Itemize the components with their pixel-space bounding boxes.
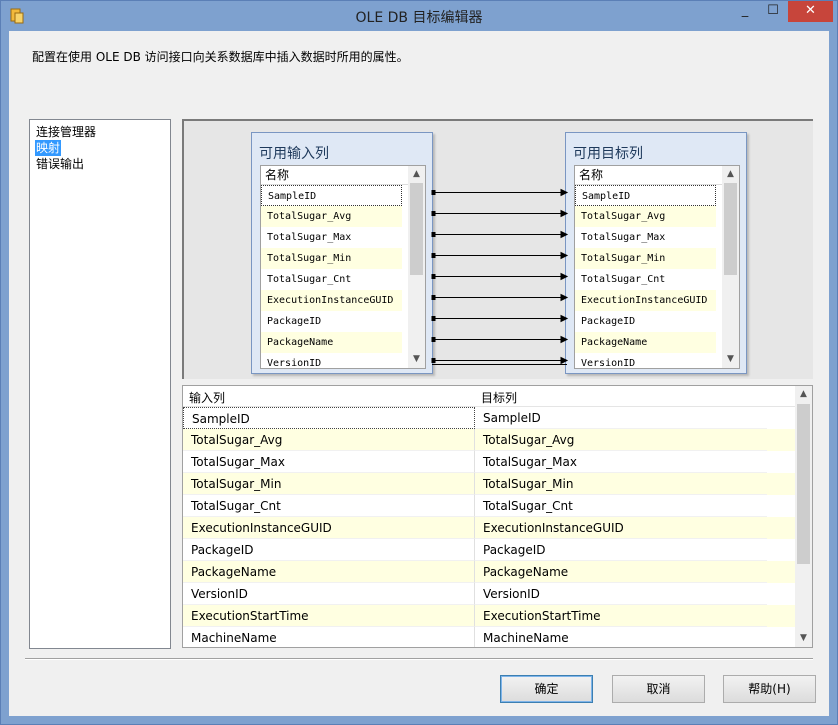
input-column-cell[interactable]: VersionID: [183, 583, 475, 605]
scroll-up-arrow-icon[interactable]: ▲: [408, 166, 425, 183]
target-column-item[interactable]: PackageName: [575, 332, 716, 353]
input-column-cell[interactable]: PackageName: [183, 561, 475, 583]
input-column-cell[interactable]: SampleID: [183, 407, 475, 429]
input-column-item[interactable]: TotalSugar_Cnt: [261, 269, 402, 290]
grid-header: 输入列 目标列: [183, 386, 795, 407]
input-list-header: 名称: [261, 166, 411, 185]
input-box-title: 可用输入列: [259, 146, 329, 162]
scroll-down-arrow-icon[interactable]: ▼: [722, 351, 739, 368]
input-column-item[interactable]: PackageID: [261, 311, 402, 332]
target-column-item[interactable]: ExecutionInstanceGUID: [575, 290, 716, 311]
input-column-cell[interactable]: PackageID: [183, 539, 475, 561]
input-column-cell[interactable]: ExecutionInstanceGUID: [183, 517, 475, 539]
separator: [25, 658, 813, 660]
input-column-item[interactable]: TotalSugar_Max: [261, 227, 402, 248]
table-row[interactable]: PackageID PackageID: [183, 539, 795, 561]
mapping-diagram: 可用输入列 名称 SampleID TotalSugar_Avg TotalSu…: [182, 119, 813, 379]
window-title: OLE DB 目标编辑器: [355, 10, 483, 26]
target-column-cell[interactable]: PackageID: [475, 539, 767, 561]
cancel-button[interactable]: 取消: [612, 675, 705, 703]
target-column-cell[interactable]: TotalSugar_Max: [475, 451, 767, 473]
table-row[interactable]: ExecutionStartTime ExecutionStartTime: [183, 605, 795, 627]
minimize-button[interactable]: _: [731, 1, 759, 22]
scroll-down-arrow-icon[interactable]: ▼: [408, 351, 425, 368]
input-column-cell[interactable]: ExecutionStartTime: [183, 605, 475, 627]
target-column-cell[interactable]: SampleID: [475, 407, 767, 429]
help-button[interactable]: 帮助(H): [723, 675, 816, 703]
available-destination-columns-box: 可用目标列 名称 SampleID TotalSugar_Avg TotalSu…: [565, 132, 747, 374]
input-column-item[interactable]: VersionID: [261, 353, 402, 368]
input-column-item[interactable]: TotalSugar_Avg: [261, 206, 402, 227]
table-row[interactable]: MachineName MachineName: [183, 627, 795, 647]
target-column-cell[interactable]: TotalSugar_Min: [475, 473, 767, 495]
target-column-cell[interactable]: TotalSugar_Cnt: [475, 495, 767, 517]
input-column-cell[interactable]: TotalSugar_Avg: [183, 429, 475, 451]
input-column-cell[interactable]: MachineName: [183, 627, 475, 647]
dialog-body: 配置在使用 OLE DB 访问接口向关系数据库中插入数据时所用的属性。 连接管理…: [9, 31, 829, 716]
input-column-cell[interactable]: TotalSugar_Min: [183, 473, 475, 495]
input-column-item[interactable]: SampleID: [261, 185, 402, 206]
input-column-item[interactable]: TotalSugar_Min: [261, 248, 402, 269]
target-column-item[interactable]: VersionID: [575, 353, 716, 368]
target-column-item[interactable]: SampleID: [575, 185, 716, 206]
table-row[interactable]: PackageName PackageName: [183, 561, 795, 583]
target-column-cell[interactable]: VersionID: [475, 583, 767, 605]
table-row[interactable]: TotalSugar_Max TotalSugar_Max: [183, 451, 795, 473]
target-column-cell[interactable]: TotalSugar_Avg: [475, 429, 767, 451]
target-column-item[interactable]: TotalSugar_Cnt: [575, 269, 716, 290]
scroll-down-arrow-icon[interactable]: ▼: [795, 630, 812, 647]
target-column-item[interactable]: PackageID: [575, 311, 716, 332]
target-column-item[interactable]: TotalSugar_Avg: [575, 206, 716, 227]
scrollbar-thumb[interactable]: [797, 404, 810, 564]
target-box-title: 可用目标列: [573, 146, 643, 162]
input-column-item[interactable]: PackageName: [261, 332, 402, 353]
table-row[interactable]: TotalSugar_Cnt TotalSugar_Cnt: [183, 495, 795, 517]
target-list-header: 名称: [575, 166, 725, 185]
target-column-cell[interactable]: ExecutionStartTime: [475, 605, 767, 627]
title-bar[interactable]: OLE DB 目标编辑器 _ ☐ ✕: [1, 1, 837, 31]
table-row[interactable]: TotalSugar_Avg TotalSugar_Avg: [183, 429, 795, 451]
grid-scrollbar[interactable]: ▲ ▼: [795, 386, 812, 647]
target-column-item[interactable]: TotalSugar_Min: [575, 248, 716, 269]
input-list-scrollbar[interactable]: ▲ ▼: [408, 166, 425, 368]
input-column-item[interactable]: ExecutionInstanceGUID: [261, 290, 402, 311]
scrollbar-thumb[interactable]: [410, 183, 423, 275]
target-column-cell[interactable]: MachineName: [475, 627, 767, 647]
ok-button[interactable]: 确定: [500, 675, 593, 703]
table-row[interactable]: VersionID VersionID: [183, 583, 795, 605]
table-row[interactable]: ExecutionInstanceGUID ExecutionInstanceG…: [183, 517, 795, 539]
nav-item-mappings[interactable]: 映射: [35, 140, 62, 156]
target-list-scrollbar[interactable]: ▲ ▼: [722, 166, 739, 368]
target-column-cell[interactable]: PackageName: [475, 561, 767, 583]
target-column-cell[interactable]: ExecutionInstanceGUID: [475, 517, 767, 539]
input-column-cell[interactable]: TotalSugar_Cnt: [183, 495, 475, 517]
table-row[interactable]: TotalSugar_Min TotalSugar_Min: [183, 473, 795, 495]
maximize-button[interactable]: ☐: [759, 1, 787, 22]
scroll-up-arrow-icon[interactable]: ▲: [722, 166, 739, 183]
available-input-columns-box: 可用输入列 名称 SampleID TotalSugar_Avg TotalSu…: [251, 132, 433, 374]
table-row[interactable]: SampleID SampleID: [183, 407, 795, 429]
mapping-grid: 输入列 目标列 SampleID SampleID TotalSugar_Avg…: [182, 385, 813, 648]
scrollbar-thumb[interactable]: [724, 183, 737, 275]
nav-item-connection-manager[interactable]: 连接管理器: [35, 124, 97, 140]
target-columns-list: 名称 SampleID TotalSugar_Avg TotalSugar_Ma…: [574, 165, 740, 369]
page-navigation-list: 连接管理器 映射 错误输出: [29, 119, 171, 649]
nav-item-error-output[interactable]: 错误输出: [35, 156, 85, 172]
input-columns-list: 名称 SampleID TotalSugar_Avg TotalSugar_Ma…: [260, 165, 426, 369]
scroll-up-arrow-icon[interactable]: ▲: [795, 386, 812, 403]
dialog-window: OLE DB 目标编辑器 _ ☐ ✕ 配置在使用 OLE DB 访问接口向关系数…: [0, 0, 838, 725]
description-text: 配置在使用 OLE DB 访问接口向关系数据库中插入数据时所用的属性。: [32, 50, 409, 64]
column-header-input[interactable]: 输入列: [189, 389, 225, 406]
column-header-target[interactable]: 目标列: [481, 389, 517, 406]
target-column-item[interactable]: TotalSugar_Max: [575, 227, 716, 248]
input-column-cell[interactable]: TotalSugar_Max: [183, 451, 475, 473]
close-button[interactable]: ✕: [788, 1, 833, 22]
